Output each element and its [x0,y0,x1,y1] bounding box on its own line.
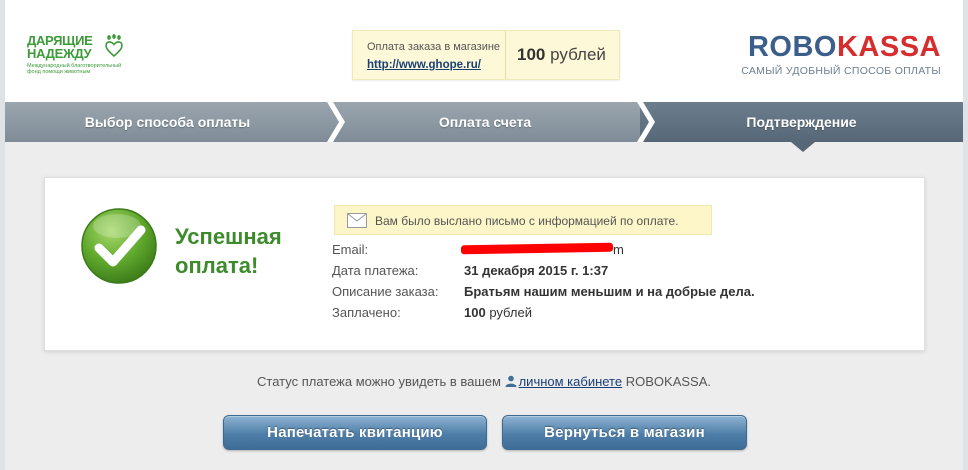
order-divider [505,31,506,79]
email-value-tail: m [613,242,624,257]
user-icon [505,375,517,387]
order-amount-currency: рублей [550,45,606,64]
email-notice-text: Вам было выслано письмо с информацией по… [375,214,679,228]
email-label: Email: [332,242,369,257]
status-line: Статус платежа можно увидеть в вашем лич… [0,374,968,389]
robokassa-logo-part2: KASSA [836,31,941,63]
personal-account-link[interactable]: личном кабинете [519,374,623,389]
description-value: Братьям нашим меньшим и на добрые дела. [464,284,755,299]
result-card: Успешная оплата! Вам было выслано письмо… [44,177,925,351]
redacted-email-mark [460,242,614,255]
paw-heart-icon [105,34,123,58]
paid-amount: 100 [464,305,486,320]
step-confirmation: Подтверждение [640,102,963,142]
paid-currency: рублей [489,305,532,320]
active-step-pointer [791,142,815,152]
charity-logo-subtitle: Международный благотворительный фонд пом… [27,63,122,75]
robokassa-logo-name: ROBOKASSA [731,32,941,62]
step-separator-icon [637,102,655,142]
order-amount-value: 100 [517,45,546,64]
order-info-box: Оплата заказа в магазине http://www.ghop… [352,30,620,80]
status-suffix: ROBOKASSA. [625,374,711,389]
print-receipt-button[interactable]: Напечатать квитанцию [223,415,487,450]
charity-logo[interactable]: ДАРЯЩИЕ НАДЕЖДУ Международный благотвори… [27,34,137,84]
order-caption: Оплата заказа в магазине [367,41,501,53]
status-prefix: Статус платежа можно увидеть в вашем [257,374,501,389]
email-notice: Вам было выслано письмо с информацией по… [334,205,712,235]
header: ДАРЯЩИЕ НАДЕЖДУ Международный благотвори… [5,0,963,102]
shop-link[interactable]: http://www.ghope.ru/ [367,59,481,71]
date-label: Дата платежа: [332,263,419,278]
robokassa-logo[interactable]: ROBOKASSA САМЫЙ УДОБНЫЙ СПОСОБ ОПЛАТЫ [731,32,941,77]
paid-value: 100 рублей [464,305,532,320]
step-choose-method: Выбор способа оплаты [84,114,251,130]
paid-label: Заплачено: [332,305,401,320]
step-pay-invoice: Оплата счета [438,114,532,130]
step-separator-icon [327,102,345,142]
steps-bar: Выбор способа оплаты Оплата счета Подтве… [5,102,963,142]
robokassa-logo-part1: ROBO [747,31,837,63]
date-value: 31 декабря 2015 г. 1:37 [464,263,609,278]
description-label: Описание заказа: [332,284,439,299]
success-title: Успешная оплата! [175,222,282,280]
success-title-line1: Успешная [175,224,282,249]
order-amount: 100 рублей [517,45,606,65]
robokassa-tagline: САМЫЙ УДОБНЫЙ СПОСОБ ОПЛАТЫ [741,65,941,77]
return-to-shop-button[interactable]: Вернуться в магазин [502,415,747,450]
envelope-icon [347,213,367,228]
checkmark-success-icon [81,208,157,284]
window-edge-right [963,0,968,470]
success-title-line2: оплата! [175,253,259,278]
